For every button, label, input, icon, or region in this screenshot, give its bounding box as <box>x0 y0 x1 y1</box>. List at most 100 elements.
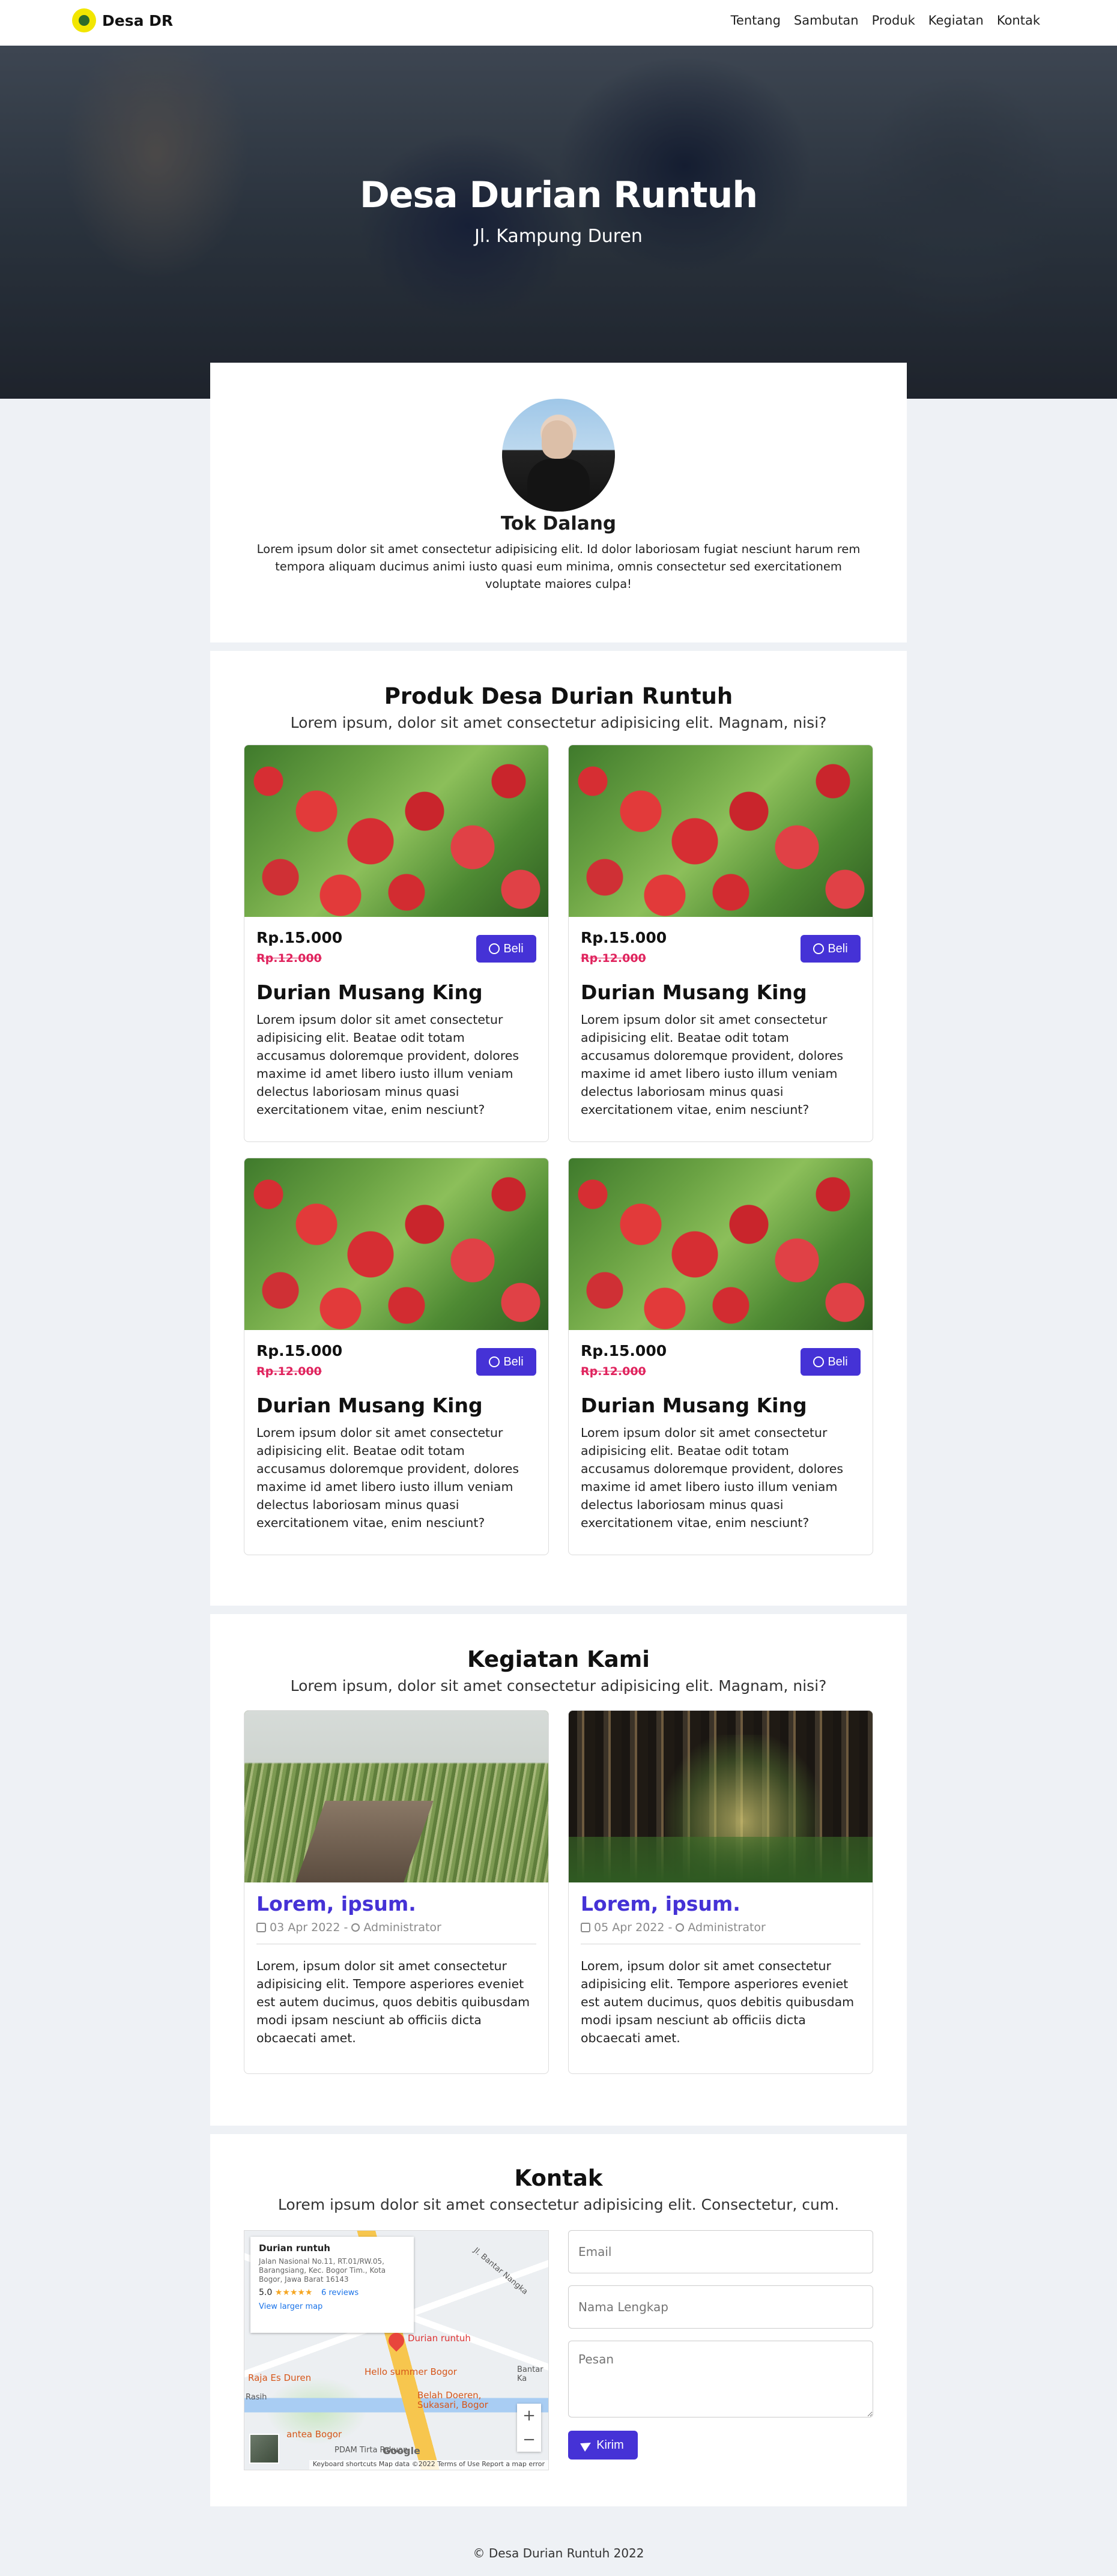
product-name: Durian Musang King <box>581 981 807 1004</box>
product-card: Rp.15.000 Rp.12.000 Beli Durian Musang K… <box>244 745 549 1142</box>
product-description: Lorem ipsum dolor sit amet consectetur a… <box>256 1012 519 1117</box>
user-icon <box>351 1923 360 1932</box>
buy-button[interactable]: Beli <box>476 1348 536 1376</box>
map-label: Hello summer Bogor <box>365 2366 457 2377</box>
products-section: Produk Desa Durian Runtuh Lorem ipsum, d… <box>210 651 907 1606</box>
activity-date: 05 Apr 2022 <box>594 1921 665 1934</box>
map-label: antea Bogor <box>286 2429 342 2440</box>
buy-label: Beli <box>503 942 524 955</box>
map-address: Jalan Nasional No.11, RT.01/RW.05, Baran… <box>259 2257 386 2284</box>
hero-overlay <box>0 46 1117 399</box>
welcome-text: Lorem ipsum dolor sit amet consectetur a… <box>256 542 861 591</box>
activity-card: Lorem, ipsum. 05 Apr 2022 - Administrato… <box>568 1710 873 2074</box>
activity-author: Administrator <box>363 1921 441 1934</box>
product-description: Lorem ipsum dolor sit amet consectetur a… <box>581 1012 844 1117</box>
map-pin-label: Durian runtuh <box>408 2333 471 2344</box>
brand-text: Desa DR <box>102 11 174 29</box>
google-map[interactable]: Durian runtuh Jalan Nasional No.11, RT.0… <box>244 2230 549 2470</box>
nav-links: Tentang Sambutan Produk Kegiatan Kontak <box>731 13 1040 28</box>
map-label: Rasih <box>246 2393 267 2402</box>
activity-image <box>569 1711 873 1882</box>
product-old-price: Rp.12.000 <box>256 952 322 965</box>
product-old-price: Rp.12.000 <box>581 1365 646 1378</box>
footer-copyright: © Desa Durian Runtuh 2022 <box>473 2546 644 2560</box>
nav-link-kontak[interactable]: Kontak <box>997 13 1040 28</box>
contact-subtitle: Lorem ipsum dolor sit amet consectetur a… <box>277 2196 840 2213</box>
product-image <box>244 1158 548 1330</box>
product-card: Rp.15.000 Rp.12.000 Beli Durian Musang K… <box>244 1158 549 1555</box>
activity-card: Lorem, ipsum. 03 Apr 2022 - Administrato… <box>244 1710 549 2074</box>
map-label: Raja Es Duren <box>248 2372 312 2383</box>
zoom-out-icon[interactable]: − <box>522 2431 536 2449</box>
activity-title[interactable]: Lorem, ipsum. <box>581 1892 740 1915</box>
buy-button[interactable]: Beli <box>476 935 536 963</box>
map-rating-value: 5.0 <box>259 2288 273 2297</box>
message-field[interactable] <box>568 2341 873 2417</box>
map-rating: 5.0 ★★★★★ 6 reviews <box>259 2288 405 2297</box>
activity-meta: 05 Apr 2022 - Administrator <box>581 1921 766 1934</box>
brand[interactable]: Desa DR <box>72 8 173 32</box>
calendar-icon <box>256 1923 266 1932</box>
nav-link-kegiatan[interactable]: Kegiatan <box>928 13 984 28</box>
full-name-field[interactable] <box>568 2285 873 2329</box>
star-icon: ★★★★★ <box>274 2288 313 2297</box>
map-label: Jl. Bantar Nangka <box>471 2246 530 2297</box>
hero-banner: Desa Durian Runtuh Jl. Kampung Duren <box>0 46 1117 399</box>
hero-title: Desa Durian Runtuh <box>359 174 758 216</box>
buy-label: Beli <box>503 1355 524 1368</box>
products-subtitle: Lorem ipsum, dolor sit amet consectetur … <box>290 714 827 731</box>
map-label: Bantar Ka <box>517 2365 543 2383</box>
map-reviews-link[interactable]: 6 reviews <box>321 2288 359 2297</box>
product-image <box>569 745 873 917</box>
nav-link-tentang[interactable]: Tentang <box>731 13 781 28</box>
map-label: Belah Doeren, Sukasari, Bogor <box>417 2390 488 2410</box>
buy-button[interactable]: Beli <box>801 1348 861 1376</box>
product-price: Rp.15.000 <box>256 1342 343 1359</box>
activity-author: Administrator <box>688 1921 766 1934</box>
product-name: Durian Musang King <box>256 1394 483 1417</box>
hero-subtitle: Jl. Kampung Duren <box>474 226 643 247</box>
buy-label: Beli <box>828 1355 848 1368</box>
head-name: Tok Dalang <box>500 513 617 534</box>
products-title: Produk Desa Durian Runtuh <box>384 683 733 709</box>
send-button[interactable]: Kirim <box>568 2431 638 2460</box>
activity-image <box>244 1711 548 1882</box>
activities-section: Kegiatan Kami Lorem ipsum, dolor sit ame… <box>210 1614 907 2126</box>
product-image <box>569 1158 873 1330</box>
nav-link-sambutan[interactable]: Sambutan <box>794 13 859 28</box>
product-price: Rp.15.000 <box>256 929 343 946</box>
zoom-in-icon[interactable]: + <box>522 2407 536 2425</box>
activity-title[interactable]: Lorem, ipsum. <box>256 1892 416 1915</box>
product-description: Lorem ipsum dolor sit amet consectetur a… <box>256 1426 519 1530</box>
product-image <box>244 745 548 917</box>
whatsapp-icon <box>813 943 825 954</box>
buy-button[interactable]: Beli <box>801 935 861 963</box>
activity-meta: 03 Apr 2022 - Administrator <box>256 1921 441 1934</box>
buy-label: Beli <box>828 942 848 955</box>
product-old-price: Rp.12.000 <box>581 952 646 965</box>
calendar-icon <box>581 1923 590 1932</box>
product-price: Rp.15.000 <box>581 1342 667 1359</box>
activity-description: Lorem, ipsum dolor sit amet consectetur … <box>581 1959 855 2045</box>
view-larger-map-link[interactable]: View larger map <box>259 2302 405 2311</box>
contact-section: Kontak Lorem ipsum dolor sit amet consec… <box>210 2134 907 2506</box>
whatsapp-icon <box>489 943 500 954</box>
map-footer: Keyboard shortcuts Map data ©2022 Terms … <box>309 2460 548 2470</box>
user-icon <box>676 1923 685 1932</box>
map-place-name: Durian runtuh <box>259 2243 330 2254</box>
google-logo: Google <box>383 2445 420 2457</box>
activities-subtitle: Lorem ipsum, dolor sit amet consectetur … <box>290 1677 827 1695</box>
email-field[interactable] <box>568 2230 873 2273</box>
contact-title: Kontak <box>514 2165 603 2191</box>
activity-date: 03 Apr 2022 <box>270 1921 341 1934</box>
map-satellite-toggle[interactable] <box>249 2434 279 2464</box>
map-pin-icon[interactable] <box>385 2329 408 2352</box>
nav-link-produk[interactable]: Produk <box>872 13 915 28</box>
welcome-section: Tok Dalang Lorem ipsum dolor sit amet co… <box>210 363 907 642</box>
send-icon <box>580 2438 594 2452</box>
activities-title: Kegiatan Kami <box>467 1646 650 1672</box>
whatsapp-icon <box>813 1356 825 1367</box>
product-card: Rp.15.000 Rp.12.000 Beli Durian Musang K… <box>568 745 873 1142</box>
activity-description: Lorem, ipsum dolor sit amet consectetur … <box>256 1959 530 2045</box>
map-info-box: Durian runtuh Jalan Nasional No.11, RT.0… <box>250 2237 414 2333</box>
